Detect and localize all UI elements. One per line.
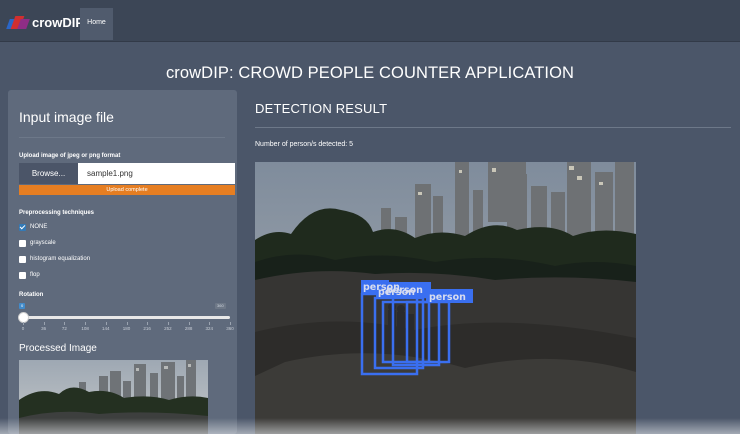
rotation-tick-label: 180 (122, 326, 131, 331)
option-histogram-equalization[interactable]: histogram equalization (19, 254, 90, 264)
preprocessing-label: Preprocessing techniques (19, 210, 95, 216)
sidebar-title: Input image file (19, 109, 114, 125)
detection-count-value: 5 (349, 141, 354, 148)
upload-progress-bar: Upload complete (19, 185, 235, 195)
rotation-tick-label: 324 (205, 326, 214, 331)
rotation-tick-mark (188, 322, 190, 325)
app-title: crowDIP: CROWD PEOPLE COUNTER APPLICATIO… (165, 64, 575, 82)
rotation-tick-label: 252 (164, 326, 172, 331)
rotation-tick-label: 0 (21, 326, 25, 331)
detection-result-image: person person person person (255, 162, 636, 434)
detection-label-3: person (386, 285, 423, 296)
upload-status: Upload complete (106, 187, 148, 193)
upload-label: Upload image of jpeg or png format (19, 153, 121, 159)
browse-button[interactable]: Browse... (19, 163, 78, 184)
option-label: flop (30, 272, 40, 278)
rotation-tick-label: 288 (184, 326, 193, 331)
result-title: DETECTION RESULT (255, 101, 388, 116)
option-label: grayscale (30, 240, 56, 246)
sidebar-divider (19, 137, 225, 138)
rotation-label: Rotation (19, 292, 44, 298)
slider-min-badge: 0 (19, 303, 26, 309)
nav-home-tab[interactable]: Home (80, 8, 113, 40)
checkbox-icon[interactable] (19, 239, 26, 247)
detection-count-label: Number of person/s detected: (255, 141, 348, 148)
rotation-ticks: 0 36 72 108 144 180 216 252 288 324 360 (19, 322, 234, 334)
option-grayscale[interactable]: grayscale (19, 238, 56, 248)
result-divider (255, 127, 731, 128)
option-label: NONE (30, 224, 48, 230)
option-flop[interactable]: flop (19, 270, 40, 280)
rotation-tick-label: 36 (41, 326, 47, 331)
checkbox-icon[interactable] (19, 223, 26, 231)
option-none[interactable]: NONE (19, 222, 47, 232)
checkbox-icon[interactable] (19, 271, 26, 279)
rotation-tick-mark (85, 322, 87, 325)
rotation-tick-mark (105, 322, 107, 325)
rotation-tick-mark (126, 322, 128, 325)
rotation-tick-mark (209, 322, 211, 325)
rotation-tick-mark (43, 322, 45, 325)
rotation-tick-label: 360 (226, 326, 234, 331)
rotation-tick-mark (23, 322, 24, 325)
rotation-tick-mark (167, 322, 169, 325)
rotation-tick-mark (230, 322, 231, 325)
rotation-tick-mark (147, 322, 149, 325)
processed-image (19, 360, 208, 434)
navbar: crowDIP Home (0, 0, 740, 42)
sidebar-panel: Input image file Upload image of jpeg or… (8, 90, 237, 434)
option-label: histogram equalization (30, 256, 91, 262)
rotation-tick-label: 72 (61, 326, 67, 331)
rotation-tick-label: 144 (102, 326, 110, 331)
rotation-tick-mark (64, 322, 66, 325)
file-name-field[interactable]: sample1.png (78, 163, 235, 184)
crowdip-logo-icon (6, 15, 30, 29)
processed-image-title: Processed Image (19, 343, 97, 354)
brand[interactable]: crowDIP (6, 13, 85, 31)
checkbox-icon[interactable] (19, 255, 26, 263)
rotation-tick-label: 216 (143, 326, 151, 331)
rotation-slider-track[interactable] (23, 316, 230, 319)
detection-count: Number of person/s detected: 5 (255, 141, 353, 148)
brand-name: crowDIP (32, 14, 85, 30)
rotation-tick-label: 108 (81, 326, 89, 331)
slider-max-badge: 360 (215, 303, 226, 309)
detection-label-4: person (429, 292, 466, 303)
